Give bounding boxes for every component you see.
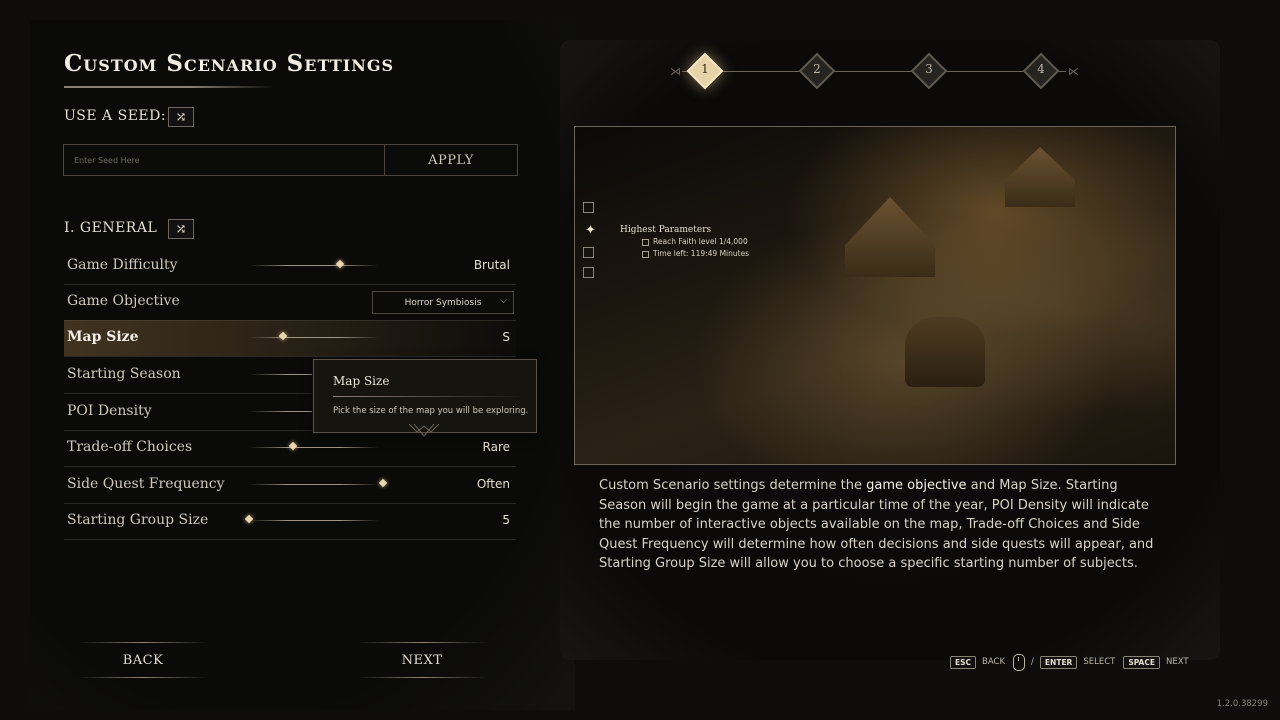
side-quest-slider[interactable] (249, 484, 379, 485)
tooltip-body: Pick the size of the map you will be exp… (333, 406, 529, 416)
slider-knob[interactable] (278, 331, 287, 341)
setting-side-quest-frequency[interactable]: Side Quest Frequency Often (64, 467, 516, 504)
hint-select: SELECT (1083, 657, 1116, 667)
scenario-preview-image: ✦ Highest Parameters Reach Faith level 1… (574, 126, 1176, 465)
title-underline (64, 86, 274, 88)
setting-label: Game Objective (67, 293, 180, 309)
setting-value: S (502, 330, 510, 344)
setting-label: Game Difficulty (67, 257, 178, 273)
map-size-tooltip: Map Size Pick the size of the map you wi… (313, 359, 537, 437)
setting-value: 5 (502, 513, 510, 527)
step-3-label: 3 (925, 62, 933, 76)
hut-shape (1005, 147, 1075, 207)
step-2-label: 2 (813, 62, 821, 76)
book-icon (583, 267, 594, 278)
setting-game-difficulty[interactable]: Game Difficulty Brutal (64, 248, 516, 285)
setting-value: Rare (482, 440, 510, 454)
next-button[interactable]: NEXT (357, 642, 487, 678)
hut-shape (845, 197, 935, 277)
step-1-label: 1 (701, 62, 709, 76)
shuffle-icon: ⤮ (175, 109, 187, 125)
chevron-down-icon: ⌵ (500, 296, 507, 306)
setting-value: Often (476, 477, 510, 491)
seed-input[interactable] (64, 145, 385, 175)
tradeoff-slider[interactable] (249, 447, 379, 448)
checkbox-icon (642, 250, 649, 258)
dropdown-value: Horror Symbiosis (404, 297, 482, 308)
slider-knob[interactable] (244, 514, 254, 524)
setting-map-size[interactable]: Map Size S (64, 320, 516, 357)
hint-back: BACK (982, 657, 1006, 667)
star-icon: ✦ (585, 223, 596, 238)
shuffle-icon: ⤮ (175, 221, 187, 237)
setting-label: Trade-off Choices (67, 439, 193, 455)
setting-label: Starting Group Size (67, 512, 209, 528)
objective-line: Time left: 119:49 Minutes (642, 249, 749, 258)
setting-label: POI Density (67, 403, 152, 419)
highlight-game-objective: game objective (866, 478, 967, 493)
setting-game-objective[interactable]: Game Objective Horror Symbiosis ⌵ (64, 284, 516, 321)
slider-knob[interactable] (378, 478, 388, 488)
objective-dropdown[interactable]: Horror Symbiosis ⌵ (372, 291, 514, 314)
setting-tradeoff-choices[interactable]: Trade-off Choices Rare (64, 430, 516, 467)
tooltip-divider (333, 396, 523, 397)
hint-next: NEXT (1166, 657, 1189, 667)
seed-input-box: APPLY (63, 144, 518, 176)
step-4-label: 4 (1037, 62, 1045, 76)
checkbox-icon (642, 238, 649, 246)
space-key: SPACE (1123, 655, 1160, 669)
page-title: Custom Scenario Settings (64, 50, 395, 77)
map-size-slider[interactable] (249, 337, 379, 338)
general-shuffle-button[interactable]: ⤮ (168, 219, 194, 239)
ornament-icon (409, 424, 439, 437)
hint-slash: / (1031, 657, 1034, 667)
version-label: 1.2.0.38299 (1216, 699, 1268, 709)
setting-label: Starting Season (67, 366, 181, 382)
apply-button[interactable]: APPLY (385, 145, 517, 175)
notes-icon (583, 247, 594, 258)
objective-title: Highest Parameters (620, 225, 712, 235)
setting-value: Brutal (473, 258, 510, 272)
steps-left-cap-icon: ⋊ (670, 65, 681, 78)
objective-line: Reach Faith level 1/4,000 (642, 237, 748, 246)
setting-label: Side Quest Frequency (67, 476, 225, 492)
slider-knob[interactable] (288, 441, 298, 451)
tooltip-title: Map Size (333, 374, 390, 388)
difficulty-slider[interactable] (249, 265, 379, 266)
esc-key: ESC (950, 655, 977, 669)
slider-knob[interactable] (335, 259, 345, 269)
back-button[interactable]: BACK (78, 642, 208, 678)
menu-icon (583, 202, 594, 213)
setting-starting-group-size[interactable]: Starting Group Size 5 (64, 503, 516, 540)
group-size-slider[interactable] (249, 520, 379, 521)
section-general-label: I. GENERAL (64, 220, 158, 236)
enter-key: ENTER (1039, 655, 1078, 669)
description-text: Custom Scenario settings determine the g… (599, 478, 1154, 571)
step-indicator: ⋊ ⋉ 1 2 3 4 (668, 52, 1080, 90)
mouse-icon (1013, 653, 1026, 671)
seed-label: USE A SEED: (64, 108, 167, 124)
setting-label: Map Size (67, 329, 139, 345)
steps-line (682, 71, 1066, 72)
key-hints: ESC BACK / ENTER SELECT SPACE NEXT (950, 653, 1189, 671)
hut-shape (905, 317, 985, 387)
steps-right-cap-icon: ⋉ (1068, 65, 1079, 78)
seed-shuffle-button[interactable]: ⤮ (168, 107, 194, 127)
